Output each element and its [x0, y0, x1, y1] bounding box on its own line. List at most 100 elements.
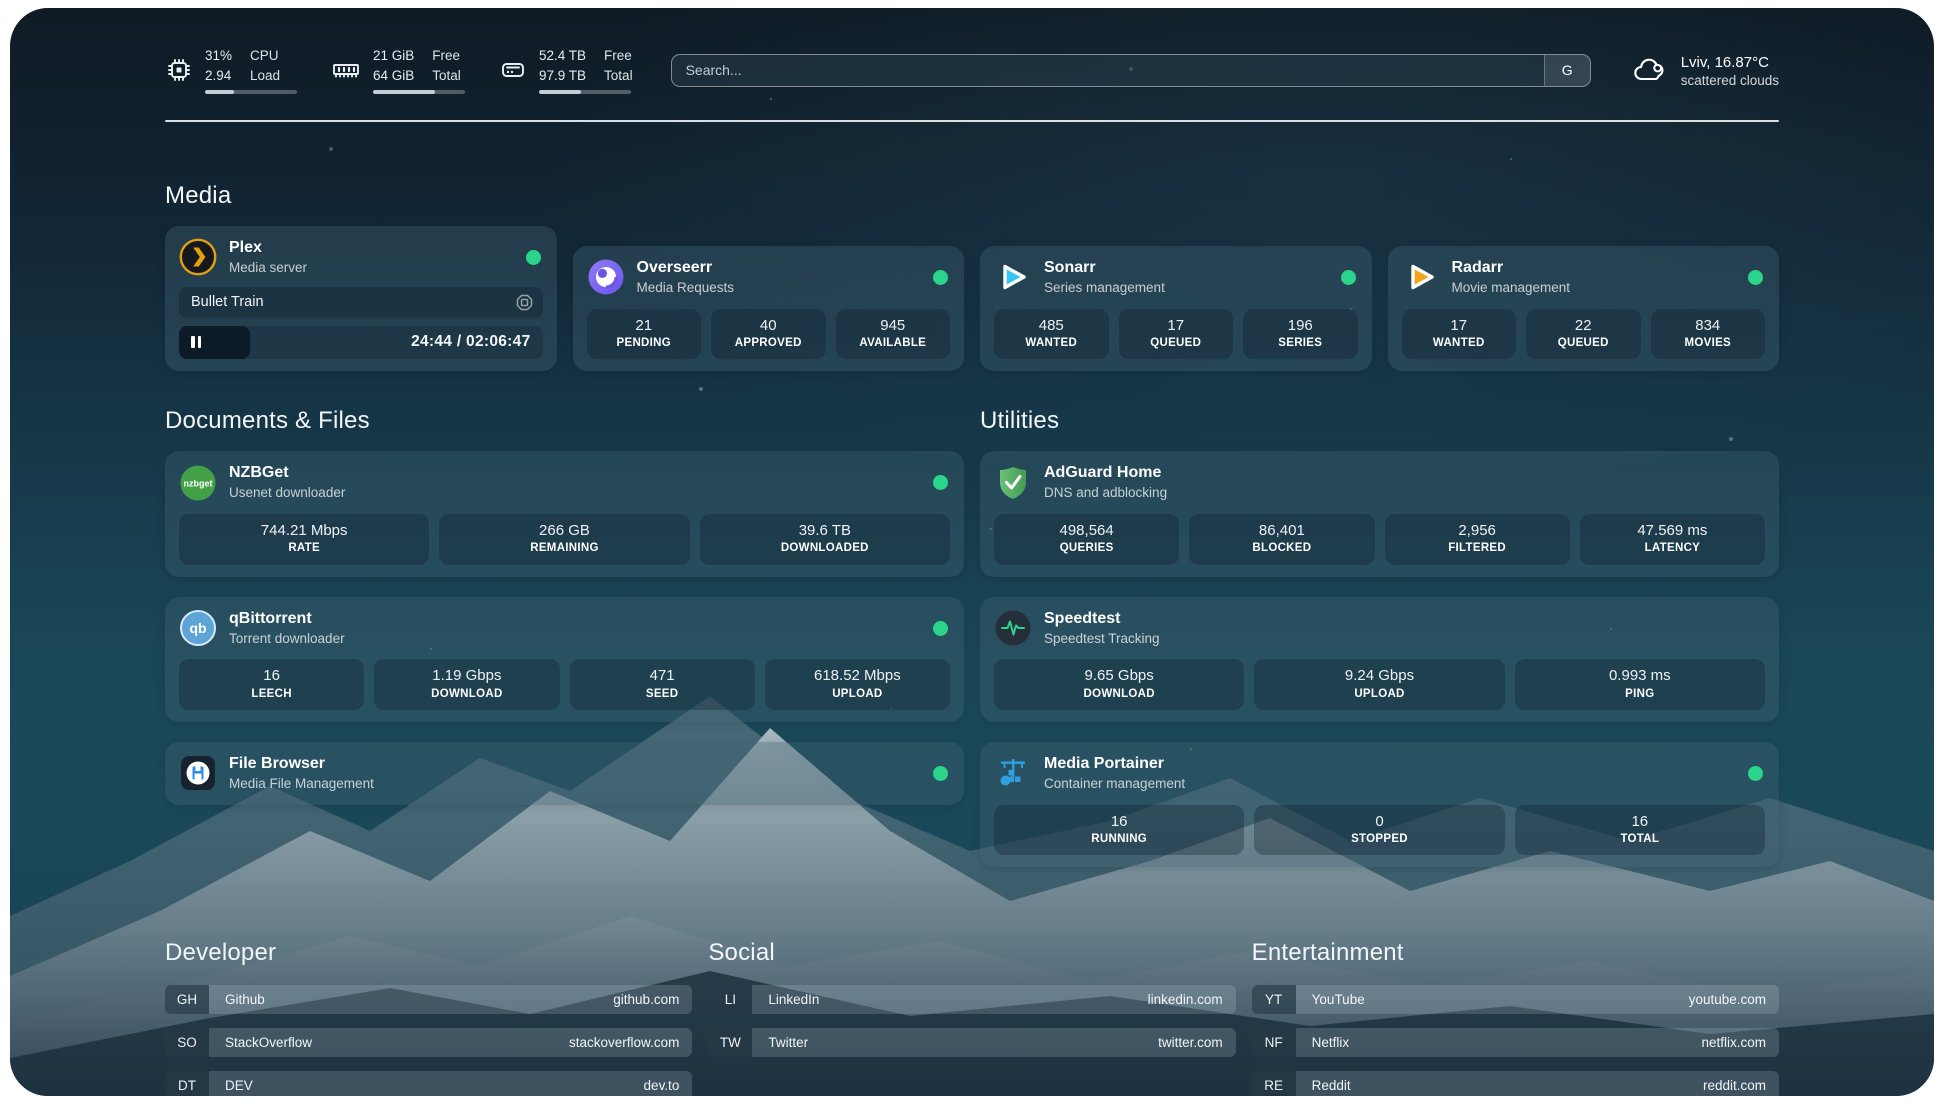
service-card-adguard[interactable]: AdGuard Home DNS and adblocking 498,564Q… [980, 451, 1779, 576]
stat-tile: 485WANTED [994, 309, 1109, 360]
playback-time: 24:44 / 02:06:47 [411, 326, 530, 359]
bookmark-youtube[interactable]: YT YouTube youtube.com [1252, 985, 1779, 1014]
disk-progress-bar [539, 90, 631, 94]
stat-tile: 47.569 msLATENCY [1580, 514, 1765, 565]
dashboard-window: 31% 2.94 CPU Load [10, 8, 1934, 1096]
stat-tile: 0STOPPED [1254, 805, 1504, 856]
memory-progress-bar [373, 90, 465, 94]
bookmark-linkedin[interactable]: LI LinkedIn linkedin.com [708, 985, 1235, 1014]
pause-icon[interactable] [191, 336, 201, 348]
disk-widget: 52.4 TB 97.9 TB Free Total [499, 46, 633, 94]
bookmark-github[interactable]: GH Github github.com [165, 985, 692, 1014]
section-title-developer: Developer [165, 939, 692, 967]
stat-tile: 471SEED [570, 659, 755, 710]
cpu-icon [165, 56, 193, 84]
status-online-dot [526, 250, 541, 265]
bookmark-name: Github [209, 985, 613, 1014]
stat-tile: 945AVAILABLE [836, 309, 951, 360]
service-card-speedtest[interactable]: Speedtest Speedtest Tracking 9.65 GbpsDO… [980, 597, 1779, 722]
app-desc: Movie management [1452, 279, 1737, 297]
bookmark-name: Reddit [1296, 1071, 1703, 1096]
bookmark-url: dev.to [644, 1071, 693, 1096]
memory-free-label: Free [432, 46, 461, 66]
search-input[interactable] [672, 55, 1544, 86]
app-name: Media Portainer [1044, 754, 1736, 774]
bookmark-dev[interactable]: DT DEV dev.to [165, 1071, 692, 1096]
section-title-media: Media [165, 182, 1779, 210]
search-bar: G [671, 54, 1591, 87]
app-desc: Speedtest Tracking [1044, 630, 1765, 648]
service-card-qbittorrent[interactable]: qb qBittorrent Torrent downloader 16LEEC… [165, 597, 964, 722]
stat-tile: 17QUEUED [1119, 309, 1234, 360]
bookmark-netflix[interactable]: NF Netflix netflix.com [1252, 1028, 1779, 1057]
memory-total-label: Total [432, 66, 461, 86]
app-name: NZBGet [229, 463, 921, 483]
speedtest-icon [994, 609, 1032, 647]
section-title-entertainment: Entertainment [1252, 939, 1779, 967]
nzbget-icon: nzbget [179, 464, 217, 502]
bookmark-group-entertainment: Entertainment YT YouTube youtube.com NF … [1252, 939, 1779, 1096]
memory-free-value: 21 GiB [373, 46, 414, 66]
memory-widget: 21 GiB 64 GiB Free Total [331, 46, 465, 94]
system-stats: 31% 2.94 CPU Load [165, 46, 633, 94]
bookmark-abbr: YT [1252, 985, 1296, 1014]
app-desc: Media File Management [229, 775, 921, 793]
bookmark-abbr: TW [708, 1028, 752, 1057]
now-playing-row: Bullet Train [179, 287, 543, 318]
weather-location-temp: Lviv, 16.87°C [1681, 52, 1779, 73]
app-desc: Torrent downloader [229, 630, 921, 648]
app-desc: Usenet downloader [229, 484, 921, 502]
disk-total-label: Total [604, 66, 633, 86]
stat-tile: 16LEECH [179, 659, 364, 710]
cpu-progress-bar [205, 90, 297, 94]
service-card-radarr[interactable]: Radarr Movie management 17WANTED 22QUEUE… [1388, 246, 1780, 371]
stat-tile: 618.52 MbpsUPLOAD [765, 659, 950, 710]
service-card-nzbget[interactable]: nzbget NZBGet Usenet downloader 744.21 M… [165, 451, 964, 576]
stat-tile: 21PENDING [587, 309, 702, 360]
media-cards-row: Plex Media server Bullet Train [165, 226, 1779, 371]
bookmark-twitter[interactable]: TW Twitter twitter.com [708, 1028, 1235, 1057]
bookmark-name: StackOverflow [209, 1028, 569, 1057]
filebrowser-icon [179, 754, 217, 792]
status-online-dot [933, 621, 948, 636]
service-card-portainer[interactable]: Media Portainer Container management 16R… [980, 742, 1779, 867]
bookmark-name: YouTube [1296, 985, 1689, 1014]
stat-tile: 17WANTED [1402, 309, 1517, 360]
documents-column: Documents & Files nzbget NZBGet Usenet d [165, 407, 964, 867]
disk-icon [499, 56, 527, 84]
svg-text:qb: qb [189, 620, 206, 636]
stat-tile: 39.6 TBDOWNLOADED [700, 514, 950, 565]
memory-icon [331, 56, 361, 84]
cpu-widget: 31% 2.94 CPU Load [165, 46, 297, 94]
bookmark-abbr: RE [1252, 1071, 1296, 1096]
bookmark-url: reddit.com [1703, 1071, 1779, 1096]
stat-tile: 266 GBREMAINING [439, 514, 689, 565]
service-card-sonarr[interactable]: Sonarr Series management 485WANTED 17QUE… [980, 246, 1372, 371]
app-desc: Media Requests [637, 279, 922, 297]
service-card-filebrowser[interactable]: File Browser Media File Management [165, 742, 964, 805]
stat-tile: 16RUNNING [994, 805, 1244, 856]
disk-total-value: 97.9 TB [539, 66, 586, 86]
stat-tile: 834MOVIES [1651, 309, 1766, 360]
status-online-dot [1748, 766, 1763, 781]
qbittorrent-icon: qb [179, 609, 217, 647]
stat-tile: 86,401BLOCKED [1189, 514, 1374, 565]
playback-progress[interactable]: 24:44 / 02:06:47 [179, 326, 543, 359]
service-card-plex[interactable]: Plex Media server Bullet Train [165, 226, 557, 371]
status-online-dot [933, 270, 948, 285]
bookmark-reddit[interactable]: RE Reddit reddit.com [1252, 1071, 1779, 1096]
app-name: File Browser [229, 754, 921, 774]
bookmark-url: github.com [613, 985, 692, 1014]
bookmark-abbr: SO [165, 1028, 209, 1057]
topbar-divider [165, 120, 1779, 122]
app-desc: Series management [1044, 279, 1329, 297]
search-provider-button[interactable]: G [1544, 55, 1590, 86]
bookmark-abbr: NF [1252, 1028, 1296, 1057]
disk-free-value: 52.4 TB [539, 46, 586, 66]
bookmark-stackoverflow[interactable]: SO StackOverflow stackoverflow.com [165, 1028, 692, 1057]
weather-widget[interactable]: Lviv, 16.87°C scattered clouds [1631, 52, 1779, 88]
plex-icon [179, 238, 217, 276]
service-card-overseerr[interactable]: Overseerr Media Requests 21PENDING 40APP… [573, 246, 965, 371]
cpu-label: CPU [250, 46, 280, 66]
bookmark-url: twitter.com [1158, 1028, 1236, 1057]
